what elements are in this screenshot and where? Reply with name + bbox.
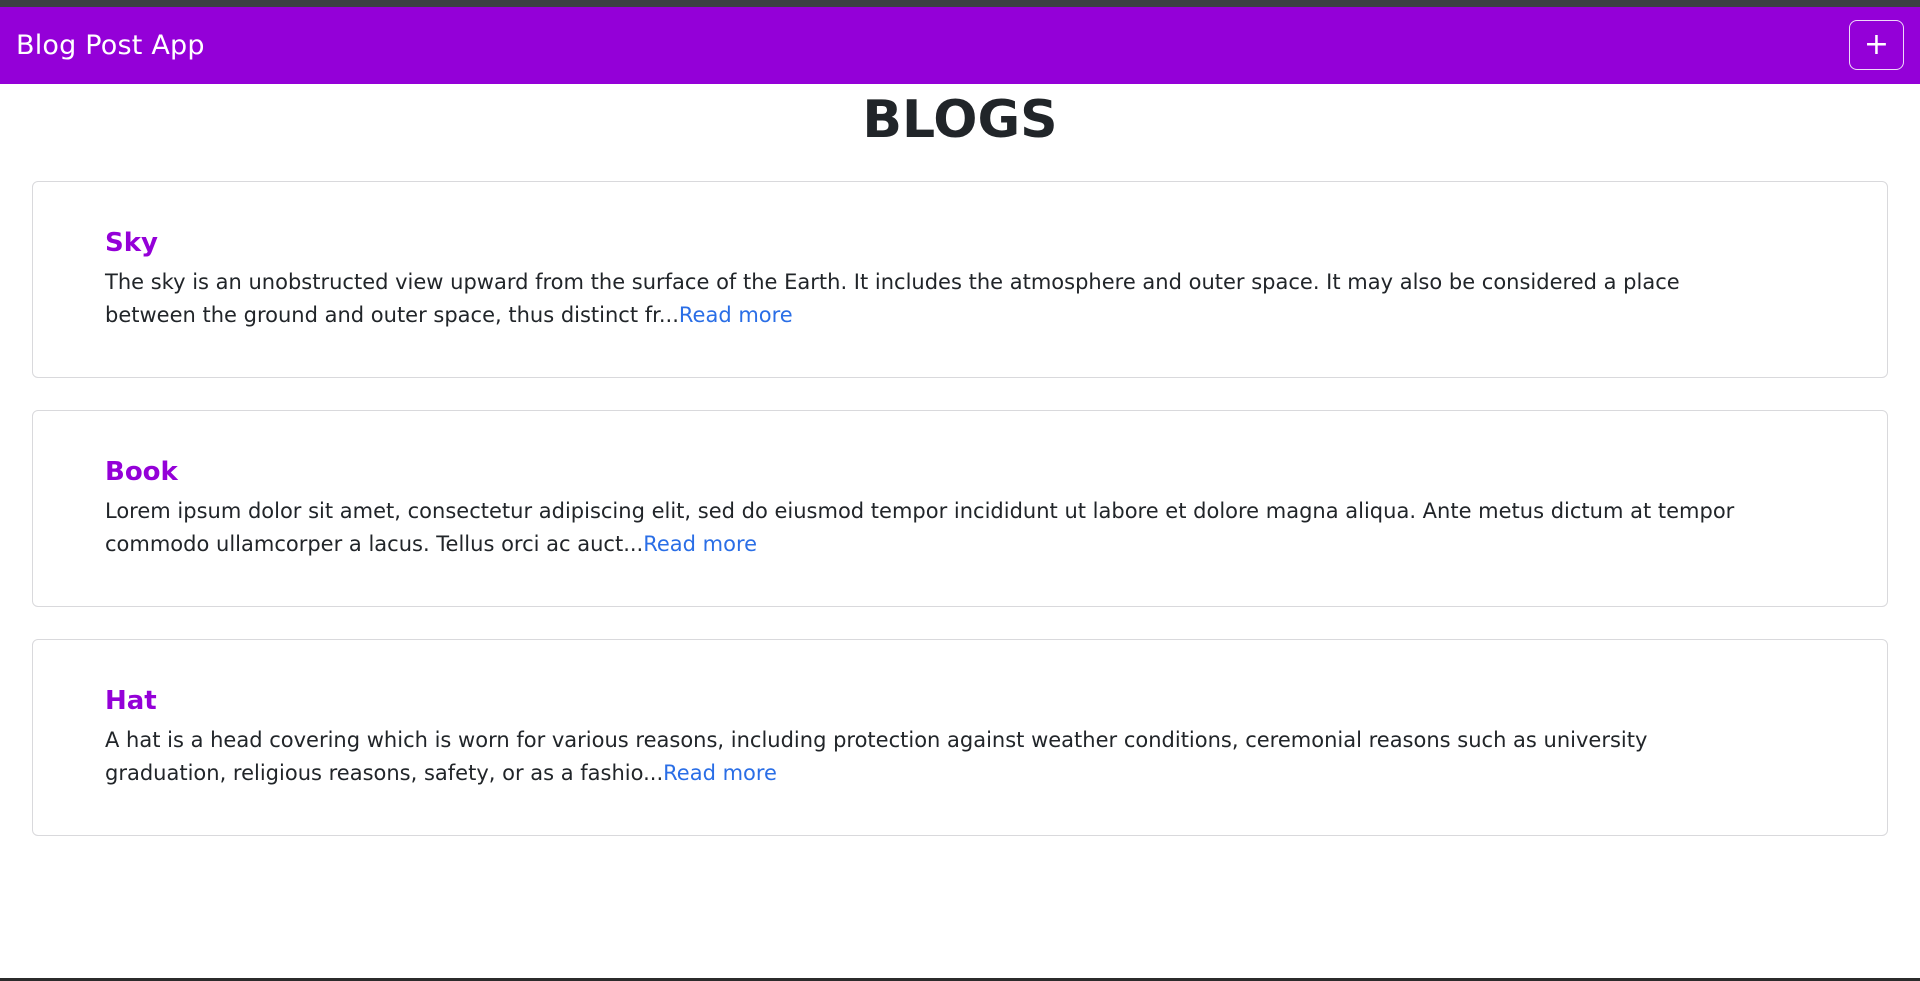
blog-excerpt: Lorem ipsum dolor sit amet, consectetur … [105,495,1757,561]
read-more-link[interactable]: Read more [643,532,757,556]
read-more-link[interactable]: Read more [663,761,777,785]
blog-excerpt: The sky is an unobstructed view upward f… [105,266,1757,332]
blog-excerpt: A hat is a head covering which is worn f… [105,724,1757,790]
blog-list: Sky The sky is an unobstructed view upwa… [32,181,1888,868]
blog-excerpt-text: The sky is an unobstructed view upward f… [105,270,1680,327]
blog-title: Hat [105,686,157,716]
blog-excerpt-text: A hat is a head covering which is worn f… [105,728,1648,785]
blog-card: Sky The sky is an unobstructed view upwa… [32,181,1888,378]
blog-card: Book Lorem ipsum dolor sit amet, consect… [32,410,1888,607]
browser-top-strip [0,0,1920,7]
read-more-link[interactable]: Read more [679,303,793,327]
blog-title: Book [105,457,178,487]
navbar: Blog Post App + [0,7,1920,84]
blog-excerpt-text: Lorem ipsum dolor sit amet, consectetur … [105,499,1735,556]
blog-card: Hat A hat is a head covering which is wo… [32,639,1888,836]
page-title: BLOGS [862,90,1058,150]
plus-icon: + [1863,27,1890,62]
add-blog-button[interactable]: + [1849,20,1904,70]
navbar-brand[interactable]: Blog Post App [16,30,205,61]
blog-title: Sky [105,228,158,258]
